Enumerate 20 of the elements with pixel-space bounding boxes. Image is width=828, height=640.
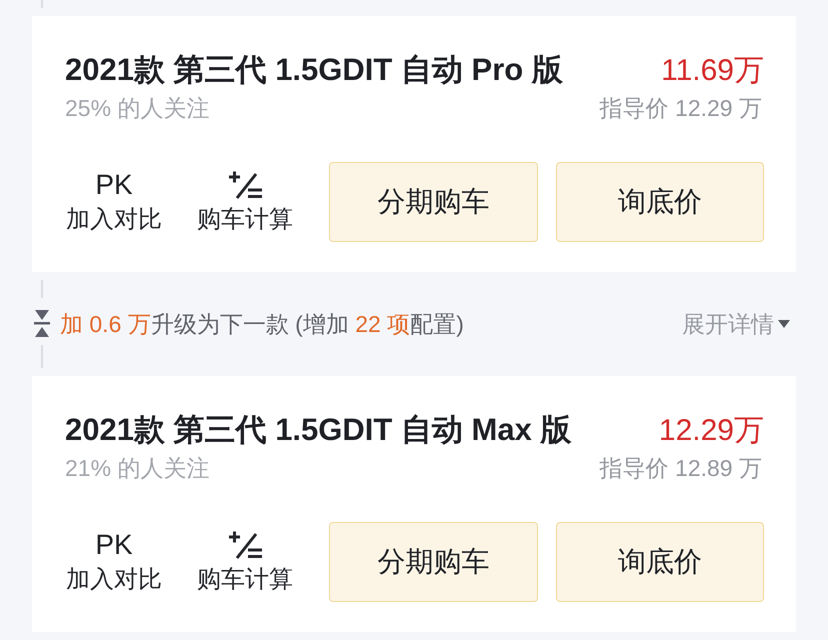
price-inquiry-button[interactable]: 询底价 [556,522,764,602]
trim-price: 11.69万 [661,52,764,88]
guide-price: 指导价 12.89 万 [600,454,762,482]
trim-title: 2021款 第三代 1.5GDIT 自动 Pro 版 [65,51,563,89]
converge-arrows-icon [34,310,50,337]
calculator-button[interactable]: 购车计算 [196,529,294,595]
installment-button[interactable]: 分期购车 [329,162,538,242]
plus-slash-equals-icon [227,531,263,559]
upgrade-text: 加 0.6 万升级为下一款 (增加 22 项配置) [60,310,464,339]
installment-button[interactable]: 分期购车 [329,522,538,602]
price-inquiry-button[interactable]: 询底价 [556,162,764,242]
trim-title: 2021款 第三代 1.5GDIT 自动 Max 版 [65,411,572,449]
plus-slash-equals-icon [227,171,263,199]
trim-price: 12.29万 [658,412,764,448]
compare-button[interactable]: PK 加入对比 [65,529,163,595]
guide-price: 指导价 12.29 万 [600,94,762,122]
compare-button[interactable]: PK 加入对比 [65,169,163,235]
attention-text: 21% 的人关注 [65,454,210,482]
attention-text: 25% 的人关注 [65,94,210,122]
calculator-button[interactable]: 购车计算 [196,169,294,235]
